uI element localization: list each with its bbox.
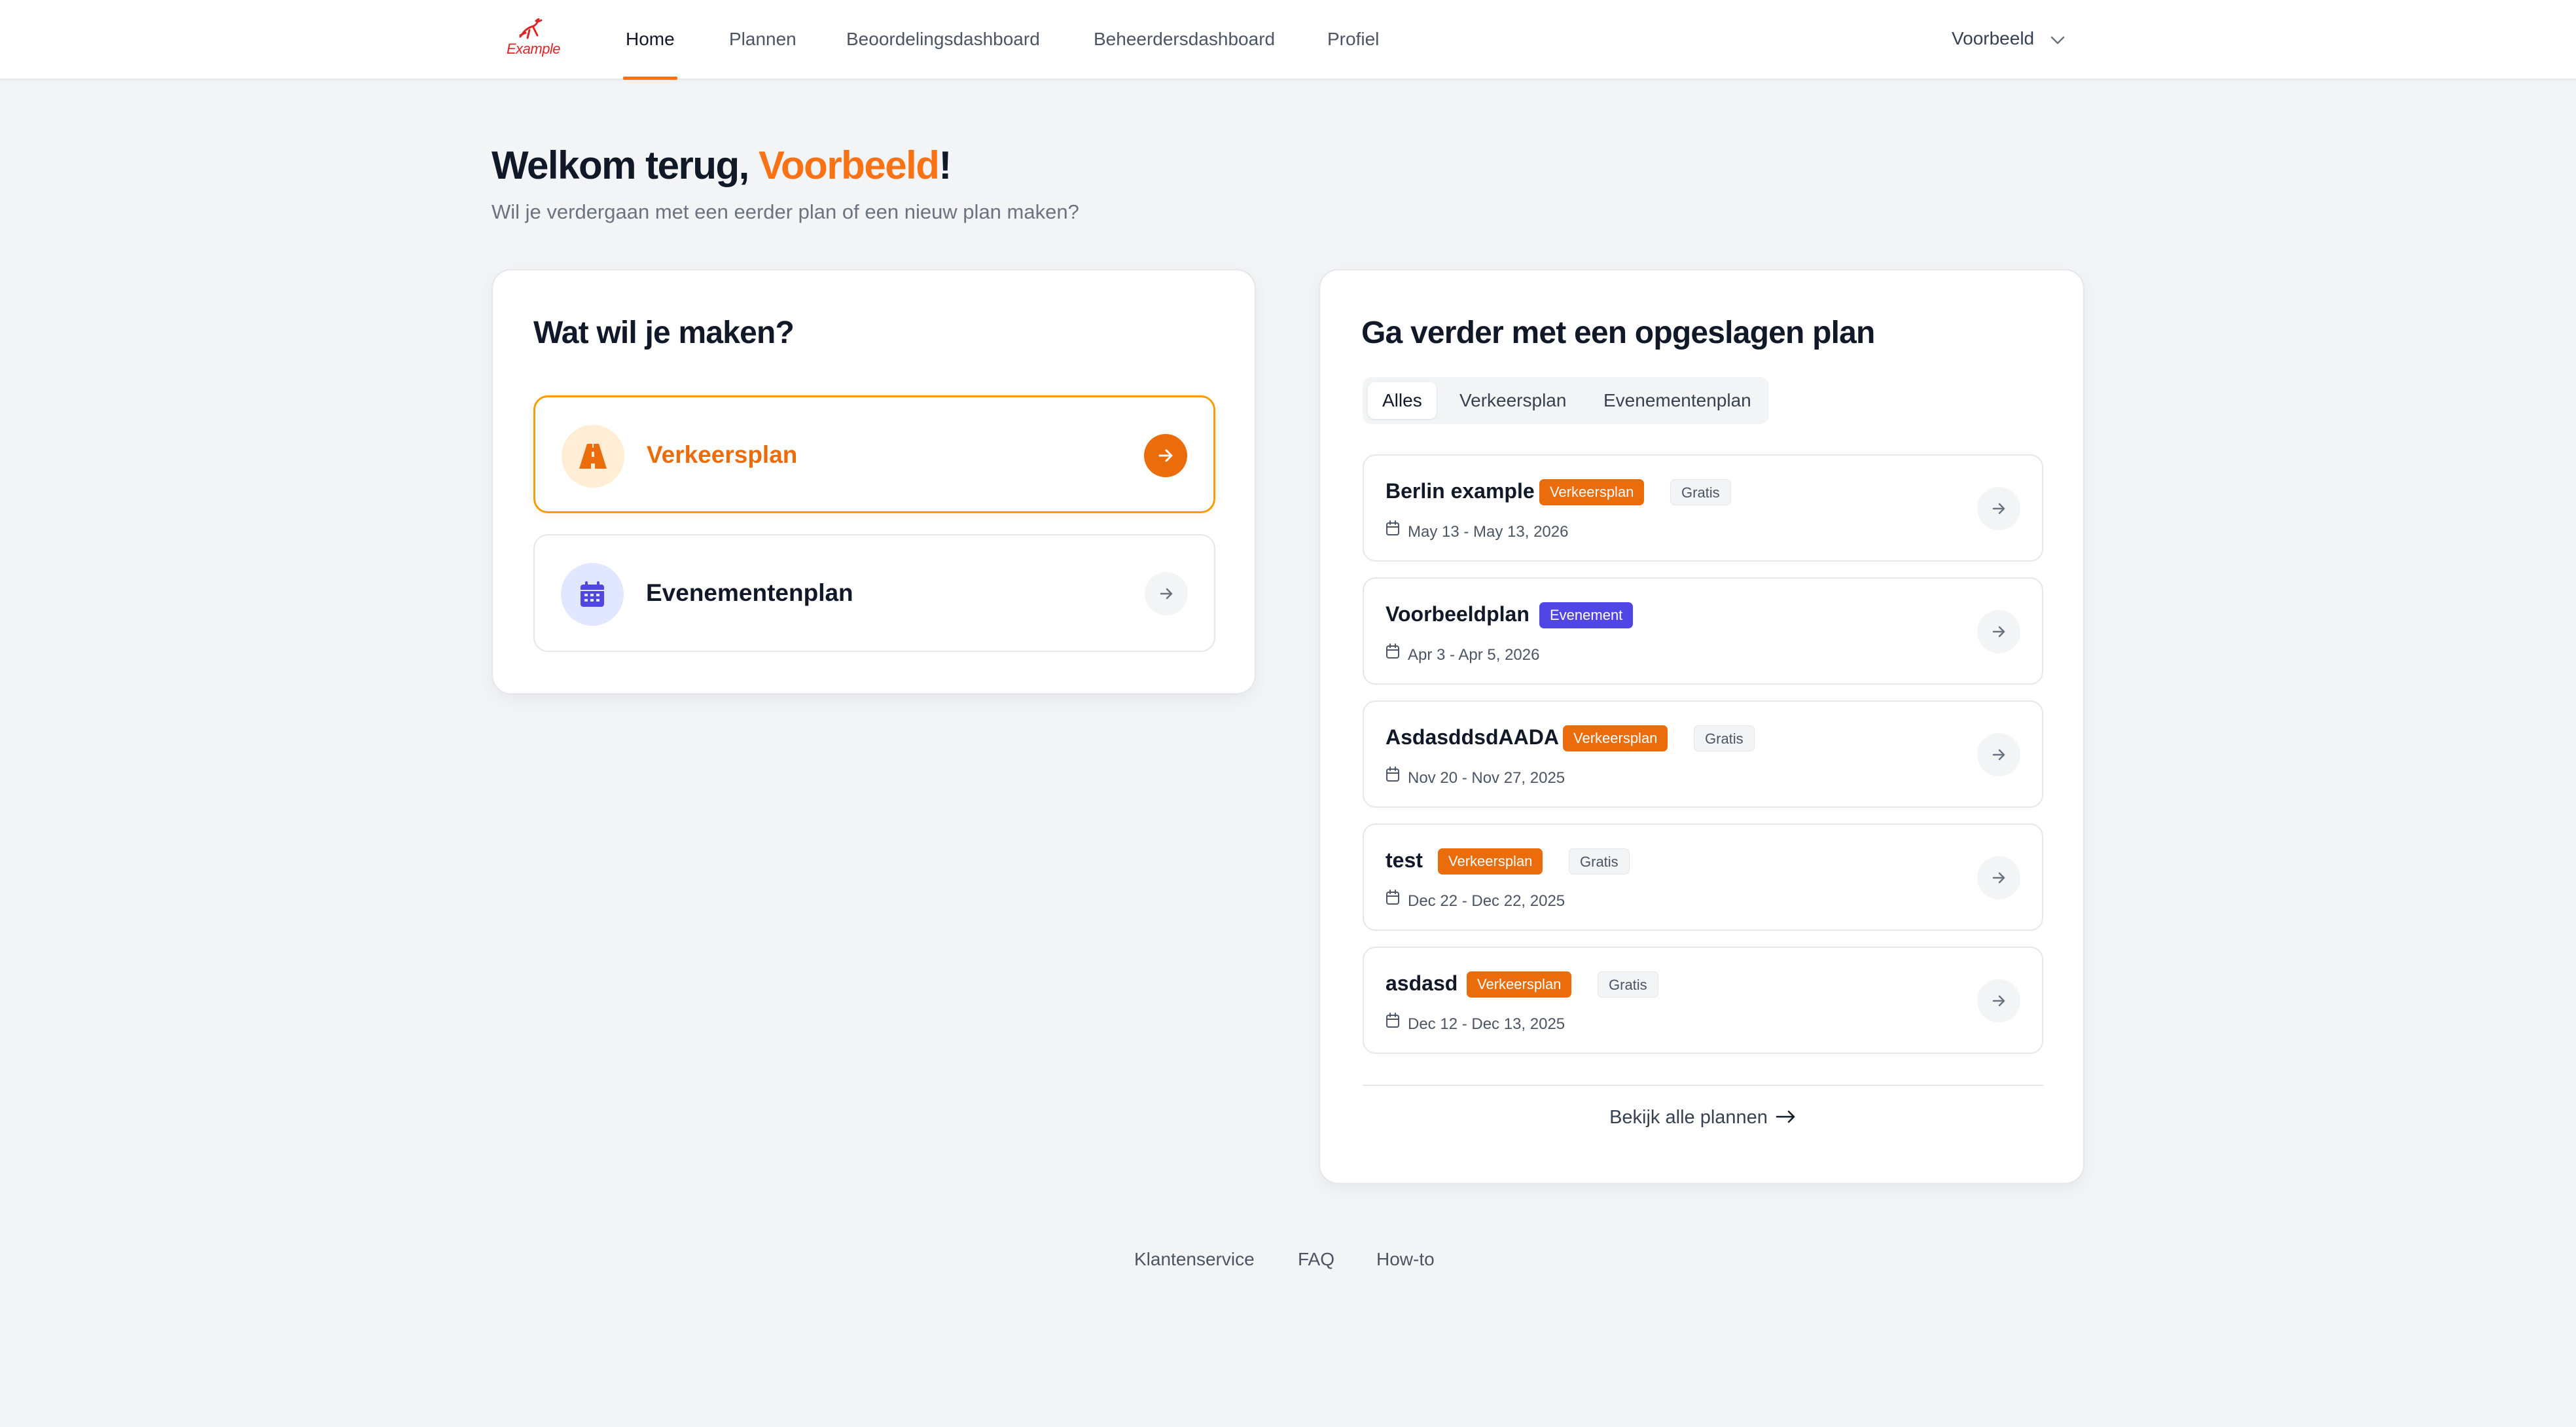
plan-type-badge: Verkeersplan bbox=[1563, 725, 1668, 751]
calendar-small-icon bbox=[1386, 1012, 1400, 1035]
filter-tab-alles[interactable]: Alles bbox=[1368, 382, 1437, 419]
saved-card-title: Ga verder met een opgeslagen plan bbox=[1361, 316, 1875, 350]
nav-plannen[interactable]: Plannen bbox=[729, 0, 796, 80]
arrow-right-icon bbox=[1977, 610, 2020, 653]
plan-tier-badge: Gratis bbox=[1598, 971, 1658, 998]
welcome-prefix: Welkom terug, bbox=[492, 143, 759, 187]
plan-dates: May 13 - May 13, 2026 bbox=[1386, 520, 1569, 543]
plan-dates-text: Apr 3 - Apr 5, 2026 bbox=[1408, 646, 1540, 664]
plan-item[interactable]: Voorbeeldplan Evenement Apr 3 - Apr 5, 2… bbox=[1363, 577, 2043, 685]
welcome-user-name: Voorbeeld bbox=[758, 143, 940, 187]
plan-tier-badge: Gratis bbox=[1694, 725, 1755, 751]
option-evenementenplan[interactable]: Evenementenplan bbox=[533, 534, 1215, 652]
plan-name: test bbox=[1386, 848, 1423, 872]
plan-tier-badge: Gratis bbox=[1670, 479, 1731, 505]
welcome-suffix: ! bbox=[939, 143, 952, 187]
page-title: Welkom terug, Voorbeeld! bbox=[492, 143, 952, 188]
plan-item[interactable]: AsdasddsdAADA Verkeersplan Gratis Nov 20… bbox=[1363, 700, 2043, 808]
user-name: Voorbeeld bbox=[1952, 28, 2035, 48]
arrow-right-icon bbox=[1776, 1111, 1795, 1123]
nav-home[interactable]: Home bbox=[623, 0, 677, 80]
arrow-right-icon bbox=[1977, 979, 2020, 1022]
calendar-small-icon bbox=[1386, 889, 1400, 912]
calendar-icon bbox=[561, 563, 624, 626]
plan-dates-text: Dec 22 - Dec 22, 2025 bbox=[1408, 892, 1565, 910]
nav-beheerdersdashboard[interactable]: Beheerdersdashboard bbox=[1094, 0, 1275, 80]
user-menu[interactable]: Voorbeeld bbox=[1952, 0, 2066, 80]
saved-plans-card: Ga verder met een opgeslagen plan Alles … bbox=[1319, 269, 2084, 1184]
plan-type-badge: Verkeersplan bbox=[1539, 479, 1645, 505]
road-icon bbox=[562, 425, 624, 488]
plan-name: Berlin example bbox=[1386, 479, 1535, 503]
arrow-right-icon bbox=[1977, 856, 2020, 899]
plan-type-badge: Evenement bbox=[1539, 602, 1634, 628]
nav-beoordelingsdashboard[interactable]: Beoordelingsdashboard bbox=[846, 0, 1040, 80]
arrow-right-icon bbox=[1144, 434, 1187, 477]
brand-logo[interactable]: Example bbox=[501, 16, 566, 62]
option-evenementenplan-label: Evenementenplan bbox=[646, 579, 853, 606]
calendar-small-icon bbox=[1386, 766, 1400, 789]
create-plan-card: Wat wil je maken? Verkeersplan Evenement… bbox=[492, 269, 1256, 695]
plan-name: AsdasddsdAADA bbox=[1386, 725, 1559, 749]
footer-link-how-to[interactable]: How-to bbox=[1376, 1249, 1435, 1270]
footer-link-faq[interactable]: FAQ bbox=[1298, 1249, 1334, 1270]
plan-type-badge: Verkeersplan bbox=[1467, 971, 1572, 998]
view-all-label: Bekijk alle plannen bbox=[1609, 1107, 1768, 1128]
plan-item[interactable]: Berlin example Verkeersplan Gratis May 1… bbox=[1363, 454, 2043, 562]
calendar-small-icon bbox=[1386, 643, 1400, 666]
arrow-right-icon bbox=[1977, 487, 2020, 530]
plan-dates: Dec 22 - Dec 22, 2025 bbox=[1386, 889, 1565, 912]
plan-type-badge: Verkeersplan bbox=[1438, 848, 1543, 875]
plan-name: asdasd bbox=[1386, 971, 1458, 995]
chevron-down-icon bbox=[2050, 1, 2066, 79]
plan-item[interactable]: asdasd Verkeersplan Gratis Dec 12 - Dec … bbox=[1363, 947, 2043, 1054]
option-verkeersplan-label: Verkeersplan bbox=[647, 441, 798, 468]
arrow-right-icon bbox=[1145, 572, 1188, 615]
footer-link-klantenservice[interactable]: Klantenservice bbox=[1134, 1249, 1255, 1270]
top-navbar: Example Home Plannen Beoordelingsdashboa… bbox=[0, 0, 2576, 80]
nav-profiel[interactable]: Profiel bbox=[1327, 0, 1379, 80]
filter-tab-verkeersplan[interactable]: Verkeersplan bbox=[1445, 382, 1581, 419]
filter-tab-evenementenplan[interactable]: Evenementenplan bbox=[1589, 382, 1766, 419]
plan-tier-badge: Gratis bbox=[1569, 848, 1630, 875]
logo-text: Example bbox=[506, 41, 561, 57]
view-all-plans-link[interactable]: Bekijk alle plannen bbox=[1320, 1107, 2086, 1129]
plan-dates-text: Dec 12 - Dec 13, 2025 bbox=[1408, 1015, 1565, 1033]
plan-name: Voorbeeldplan bbox=[1386, 602, 1530, 626]
calendar-small-icon bbox=[1386, 520, 1400, 543]
plan-dates-text: May 13 - May 13, 2026 bbox=[1408, 523, 1569, 541]
plan-dates-text: Nov 20 - Nov 27, 2025 bbox=[1408, 769, 1565, 787]
divider bbox=[1363, 1085, 2043, 1086]
plan-dates: Apr 3 - Apr 5, 2026 bbox=[1386, 643, 1540, 666]
arrow-right-icon bbox=[1977, 733, 2020, 776]
page-subtitle: Wil je verdergaan met een eerder plan of… bbox=[492, 200, 1079, 223]
plan-dates: Nov 20 - Nov 27, 2025 bbox=[1386, 766, 1565, 789]
plan-item[interactable]: test Verkeersplan Gratis Dec 22 - Dec 22… bbox=[1363, 823, 2043, 931]
create-card-title: Wat wil je maken? bbox=[533, 316, 795, 350]
option-verkeersplan[interactable]: Verkeersplan bbox=[533, 395, 1215, 513]
plan-dates: Dec 12 - Dec 13, 2025 bbox=[1386, 1012, 1565, 1036]
plan-filter-tabs: Alles Verkeersplan Evenementenplan bbox=[1363, 377, 1769, 424]
